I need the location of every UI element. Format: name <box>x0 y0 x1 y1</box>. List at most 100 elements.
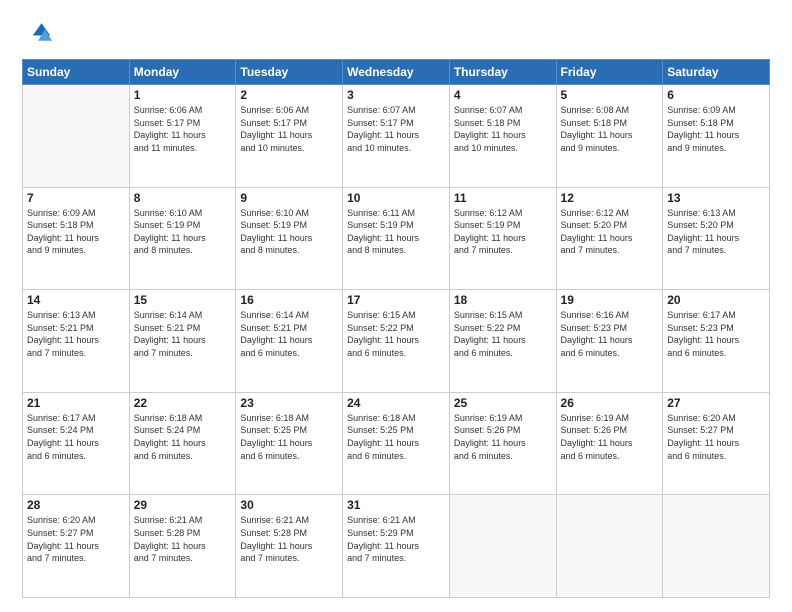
calendar-cell: 14Sunrise: 6:13 AMSunset: 5:21 PMDayligh… <box>23 290 130 393</box>
calendar-cell: 20Sunrise: 6:17 AMSunset: 5:23 PMDayligh… <box>663 290 770 393</box>
day-info: Sunrise: 6:07 AMSunset: 5:18 PMDaylight:… <box>454 104 552 154</box>
weekday-header-tuesday: Tuesday <box>236 60 343 85</box>
day-number: 28 <box>27 498 125 512</box>
day-number: 12 <box>561 191 659 205</box>
day-number: 2 <box>240 88 338 102</box>
calendar-cell <box>556 495 663 598</box>
calendar-cell: 10Sunrise: 6:11 AMSunset: 5:19 PMDayligh… <box>343 187 450 290</box>
calendar-cell: 6 Sunrise: 6:09 AMSunset: 5:18 PMDaylight… <box>663 85 770 188</box>
calendar-cell: 18Sunrise: 6:15 AMSunset: 5:22 PMDayligh… <box>449 290 556 393</box>
calendar-cell: 31Sunrise: 6:21 AMSunset: 5:29 PMDayligh… <box>343 495 450 598</box>
day-number: 26 <box>561 396 659 410</box>
day-info: Sunrise: 6:13 AMSunset: 5:20 PMDaylight:… <box>667 207 765 257</box>
weekday-header-thursday: Thursday <box>449 60 556 85</box>
day-info: Sunrise: 6:18 AMSunset: 5:25 PMDaylight:… <box>240 412 338 462</box>
calendar-cell: 29 Sunrise: 6:21 AMSunset: 5:28 PMDayligh… <box>129 495 236 598</box>
day-info: Sunrise: 6:14 AMSunset: 5:21 PMDaylight:… <box>240 309 338 359</box>
calendar-cell: 4Sunrise: 6:07 AMSunset: 5:18 PMDaylight… <box>449 85 556 188</box>
day-info: Sunrise: 6:12 AMSunset: 5:20 PMDaylight:… <box>561 207 659 257</box>
page: SundayMondayTuesdayWednesdayThursdayFrid… <box>0 0 792 612</box>
calendar-cell: 24 Sunrise: 6:18 AMSunset: 5:25 PMDayligh… <box>343 392 450 495</box>
day-number: 22 <box>134 396 232 410</box>
calendar-cell: 2 Sunrise: 6:06 AMSunset: 5:17 PMDaylight… <box>236 85 343 188</box>
calendar-cell: 23 Sunrise: 6:18 AMSunset: 5:25 PMDayligh… <box>236 392 343 495</box>
weekday-header-sunday: Sunday <box>23 60 130 85</box>
calendar-cell: 17 Sunrise: 6:15 AMSunset: 5:22 PMDayligh… <box>343 290 450 393</box>
weekday-header-row: SundayMondayTuesdayWednesdayThursdayFrid… <box>23 60 770 85</box>
calendar-cell: 28 Sunrise: 6:20 AMSunset: 5:27 PMDayligh… <box>23 495 130 598</box>
calendar-cell: 21 Sunrise: 6:17 AMSunset: 5:24 PMDayligh… <box>23 392 130 495</box>
day-info: Sunrise: 6:11 AMSunset: 5:19 PMDaylight:… <box>347 207 445 257</box>
day-number: 24 <box>347 396 445 410</box>
day-info: Sunrise: 6:08 AMSunset: 5:18 PMDaylight:… <box>561 104 659 154</box>
day-info: Sunrise: 6:06 AMSunset: 5:17 PMDaylight:… <box>240 104 338 154</box>
calendar-cell: 13 Sunrise: 6:13 AMSunset: 5:20 PMDayligh… <box>663 187 770 290</box>
day-number: 1 <box>134 88 232 102</box>
weekday-header-saturday: Saturday <box>663 60 770 85</box>
day-info: Sunrise: 6:09 AMSunset: 5:18 PMDaylight:… <box>667 104 765 154</box>
day-number: 27 <box>667 396 765 410</box>
calendar-cell: 15 Sunrise: 6:14 AMSunset: 5:21 PMDayligh… <box>129 290 236 393</box>
day-info: Sunrise: 6:19 AMSunset: 5:26 PMDaylight:… <box>561 412 659 462</box>
day-number: 18 <box>454 293 552 307</box>
day-info: Sunrise: 6:07 AMSunset: 5:17 PMDaylight:… <box>347 104 445 154</box>
calendar-cell: 7 Sunrise: 6:09 AMSunset: 5:18 PMDaylight… <box>23 187 130 290</box>
weekday-header-wednesday: Wednesday <box>343 60 450 85</box>
day-info: Sunrise: 6:09 AMSunset: 5:18 PMDaylight:… <box>27 207 125 257</box>
calendar-cell <box>663 495 770 598</box>
day-number: 17 <box>347 293 445 307</box>
calendar-cell: 1 Sunrise: 6:06 AMSunset: 5:17 PMDaylight… <box>129 85 236 188</box>
logo-icon <box>24 18 52 46</box>
day-number: 16 <box>240 293 338 307</box>
day-info: Sunrise: 6:15 AMSunset: 5:22 PMDaylight:… <box>347 309 445 359</box>
day-info: Sunrise: 6:19 AMSunset: 5:26 PMDaylight:… <box>454 412 552 462</box>
day-number: 30 <box>240 498 338 512</box>
day-info: Sunrise: 6:18 AMSunset: 5:25 PMDaylight:… <box>347 412 445 462</box>
day-number: 23 <box>240 396 338 410</box>
week-row-3: 21 Sunrise: 6:17 AMSunset: 5:24 PMDayligh… <box>23 392 770 495</box>
day-number: 31 <box>347 498 445 512</box>
week-row-1: 7 Sunrise: 6:09 AMSunset: 5:18 PMDaylight… <box>23 187 770 290</box>
logo <box>22 18 52 51</box>
calendar-table: SundayMondayTuesdayWednesdayThursdayFrid… <box>22 59 770 598</box>
day-number: 21 <box>27 396 125 410</box>
calendar-cell <box>23 85 130 188</box>
day-number: 9 <box>240 191 338 205</box>
calendar-cell: 22 Sunrise: 6:18 AMSunset: 5:24 PMDayligh… <box>129 392 236 495</box>
day-info: Sunrise: 6:20 AMSunset: 5:27 PMDaylight:… <box>27 514 125 564</box>
day-info: Sunrise: 6:16 AMSunset: 5:23 PMDaylight:… <box>561 309 659 359</box>
calendar-cell: 8 Sunrise: 6:10 AMSunset: 5:19 PMDaylight… <box>129 187 236 290</box>
day-number: 15 <box>134 293 232 307</box>
day-number: 11 <box>454 191 552 205</box>
calendar-cell: 19 Sunrise: 6:16 AMSunset: 5:23 PMDayligh… <box>556 290 663 393</box>
day-number: 25 <box>454 396 552 410</box>
day-info: Sunrise: 6:20 AMSunset: 5:27 PMDaylight:… <box>667 412 765 462</box>
day-info: Sunrise: 6:10 AMSunset: 5:19 PMDaylight:… <box>134 207 232 257</box>
day-number: 5 <box>561 88 659 102</box>
day-info: Sunrise: 6:13 AMSunset: 5:21 PMDaylight:… <box>27 309 125 359</box>
day-number: 13 <box>667 191 765 205</box>
calendar-cell: 30 Sunrise: 6:21 AMSunset: 5:28 PMDayligh… <box>236 495 343 598</box>
day-number: 29 <box>134 498 232 512</box>
day-number: 7 <box>27 191 125 205</box>
day-info: Sunrise: 6:18 AMSunset: 5:24 PMDaylight:… <box>134 412 232 462</box>
week-row-4: 28 Sunrise: 6:20 AMSunset: 5:27 PMDayligh… <box>23 495 770 598</box>
day-number: 8 <box>134 191 232 205</box>
day-info: Sunrise: 6:14 AMSunset: 5:21 PMDaylight:… <box>134 309 232 359</box>
header <box>22 18 770 51</box>
calendar-cell: 25 Sunrise: 6:19 AMSunset: 5:26 PMDayligh… <box>449 392 556 495</box>
calendar-cell: 3Sunrise: 6:07 AMSunset: 5:17 PMDaylight… <box>343 85 450 188</box>
weekday-header-friday: Friday <box>556 60 663 85</box>
day-info: Sunrise: 6:21 AMSunset: 5:28 PMDaylight:… <box>240 514 338 564</box>
day-number: 6 <box>667 88 765 102</box>
calendar-cell: 11Sunrise: 6:12 AMSunset: 5:19 PMDayligh… <box>449 187 556 290</box>
day-info: Sunrise: 6:10 AMSunset: 5:19 PMDaylight:… <box>240 207 338 257</box>
calendar-cell: 9 Sunrise: 6:10 AMSunset: 5:19 PMDaylight… <box>236 187 343 290</box>
day-info: Sunrise: 6:06 AMSunset: 5:17 PMDaylight:… <box>134 104 232 154</box>
day-info: Sunrise: 6:17 AMSunset: 5:24 PMDaylight:… <box>27 412 125 462</box>
day-info: Sunrise: 6:21 AMSunset: 5:28 PMDaylight:… <box>134 514 232 564</box>
day-number: 19 <box>561 293 659 307</box>
day-number: 20 <box>667 293 765 307</box>
calendar-cell: 12 Sunrise: 6:12 AMSunset: 5:20 PMDayligh… <box>556 187 663 290</box>
weekday-header-monday: Monday <box>129 60 236 85</box>
